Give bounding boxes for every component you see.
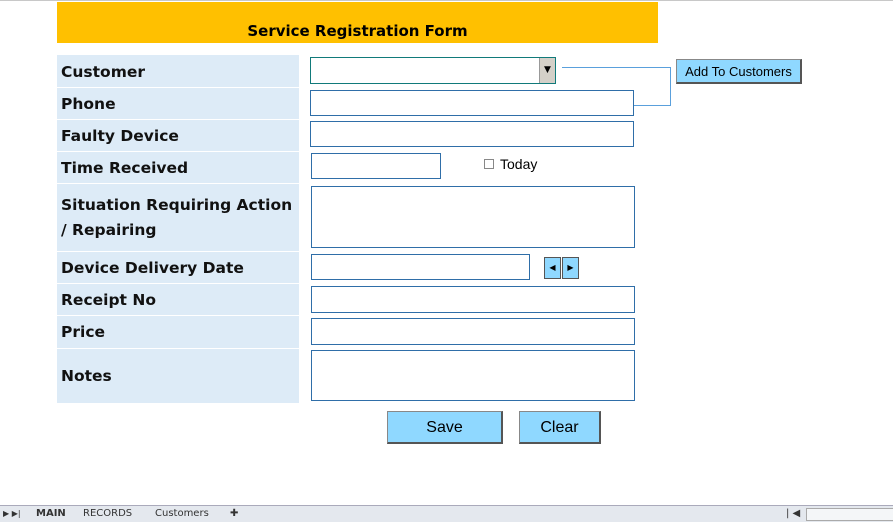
receipt-no-input[interactable]: [311, 286, 635, 313]
notes-input[interactable]: [311, 350, 635, 401]
label-delivery-date: Device Delivery Date: [61, 259, 244, 277]
arrow-right-icon[interactable]: ▶: [562, 257, 579, 279]
customer-select[interactable]: ▼: [310, 57, 556, 84]
time-received-input[interactable]: [311, 153, 441, 179]
label-notes: Notes: [61, 367, 112, 385]
today-checkbox[interactable]: [484, 159, 494, 169]
phone-input[interactable]: [310, 90, 634, 116]
today-label: Today: [500, 156, 538, 172]
tab-customers[interactable]: Customers: [155, 507, 209, 521]
divider: [57, 183, 299, 184]
faulty-device-input[interactable]: [310, 121, 634, 147]
divider: [57, 283, 299, 284]
divider: [57, 151, 299, 152]
clear-button[interactable]: Clear: [519, 411, 601, 444]
tab-records[interactable]: RECORDS: [83, 507, 132, 521]
sheet-tab-bar: ▶ ▶| MAIN RECORDS Customers ✚ | ◀: [0, 505, 893, 522]
delivery-date-input[interactable]: [311, 254, 530, 280]
label-column: Customer Phone Faulty Device Time Receiv…: [57, 55, 299, 403]
label-customer: Customer: [61, 63, 146, 81]
new-sheet-icon[interactable]: ✚: [230, 507, 238, 521]
save-button[interactable]: Save: [387, 411, 503, 444]
tab-main[interactable]: MAIN: [36, 507, 66, 521]
scrollbar-left-icon[interactable]: | ◀: [786, 507, 800, 521]
form-title: Service Registration Form: [57, 2, 658, 43]
divider: [57, 315, 299, 316]
label-time-received: Time Received: [61, 159, 189, 177]
label-faulty-device: Faulty Device: [61, 127, 179, 145]
label-phone: Phone: [61, 95, 116, 113]
tab-scroll-icon[interactable]: ▶ ▶|: [3, 507, 21, 521]
price-input[interactable]: [311, 318, 635, 345]
arrow-left-icon[interactable]: ◀: [544, 257, 561, 279]
date-spinner[interactable]: ◀ ▶: [544, 257, 580, 279]
chevron-down-icon[interactable]: ▼: [539, 58, 555, 83]
top-border: [0, 0, 893, 1]
horizontal-scrollbar[interactable]: [806, 508, 893, 521]
divider: [57, 348, 299, 349]
divider: [57, 87, 299, 88]
label-receipt-no: Receipt No: [61, 291, 156, 309]
situation-input[interactable]: [311, 186, 635, 248]
divider: [57, 251, 299, 252]
divider: [57, 119, 299, 120]
label-situation-2: / Repairing: [61, 221, 157, 239]
add-to-customers-button[interactable]: Add To Customers: [676, 59, 802, 84]
label-situation: Situation Requiring Action: [61, 196, 293, 214]
label-price: Price: [61, 323, 106, 341]
